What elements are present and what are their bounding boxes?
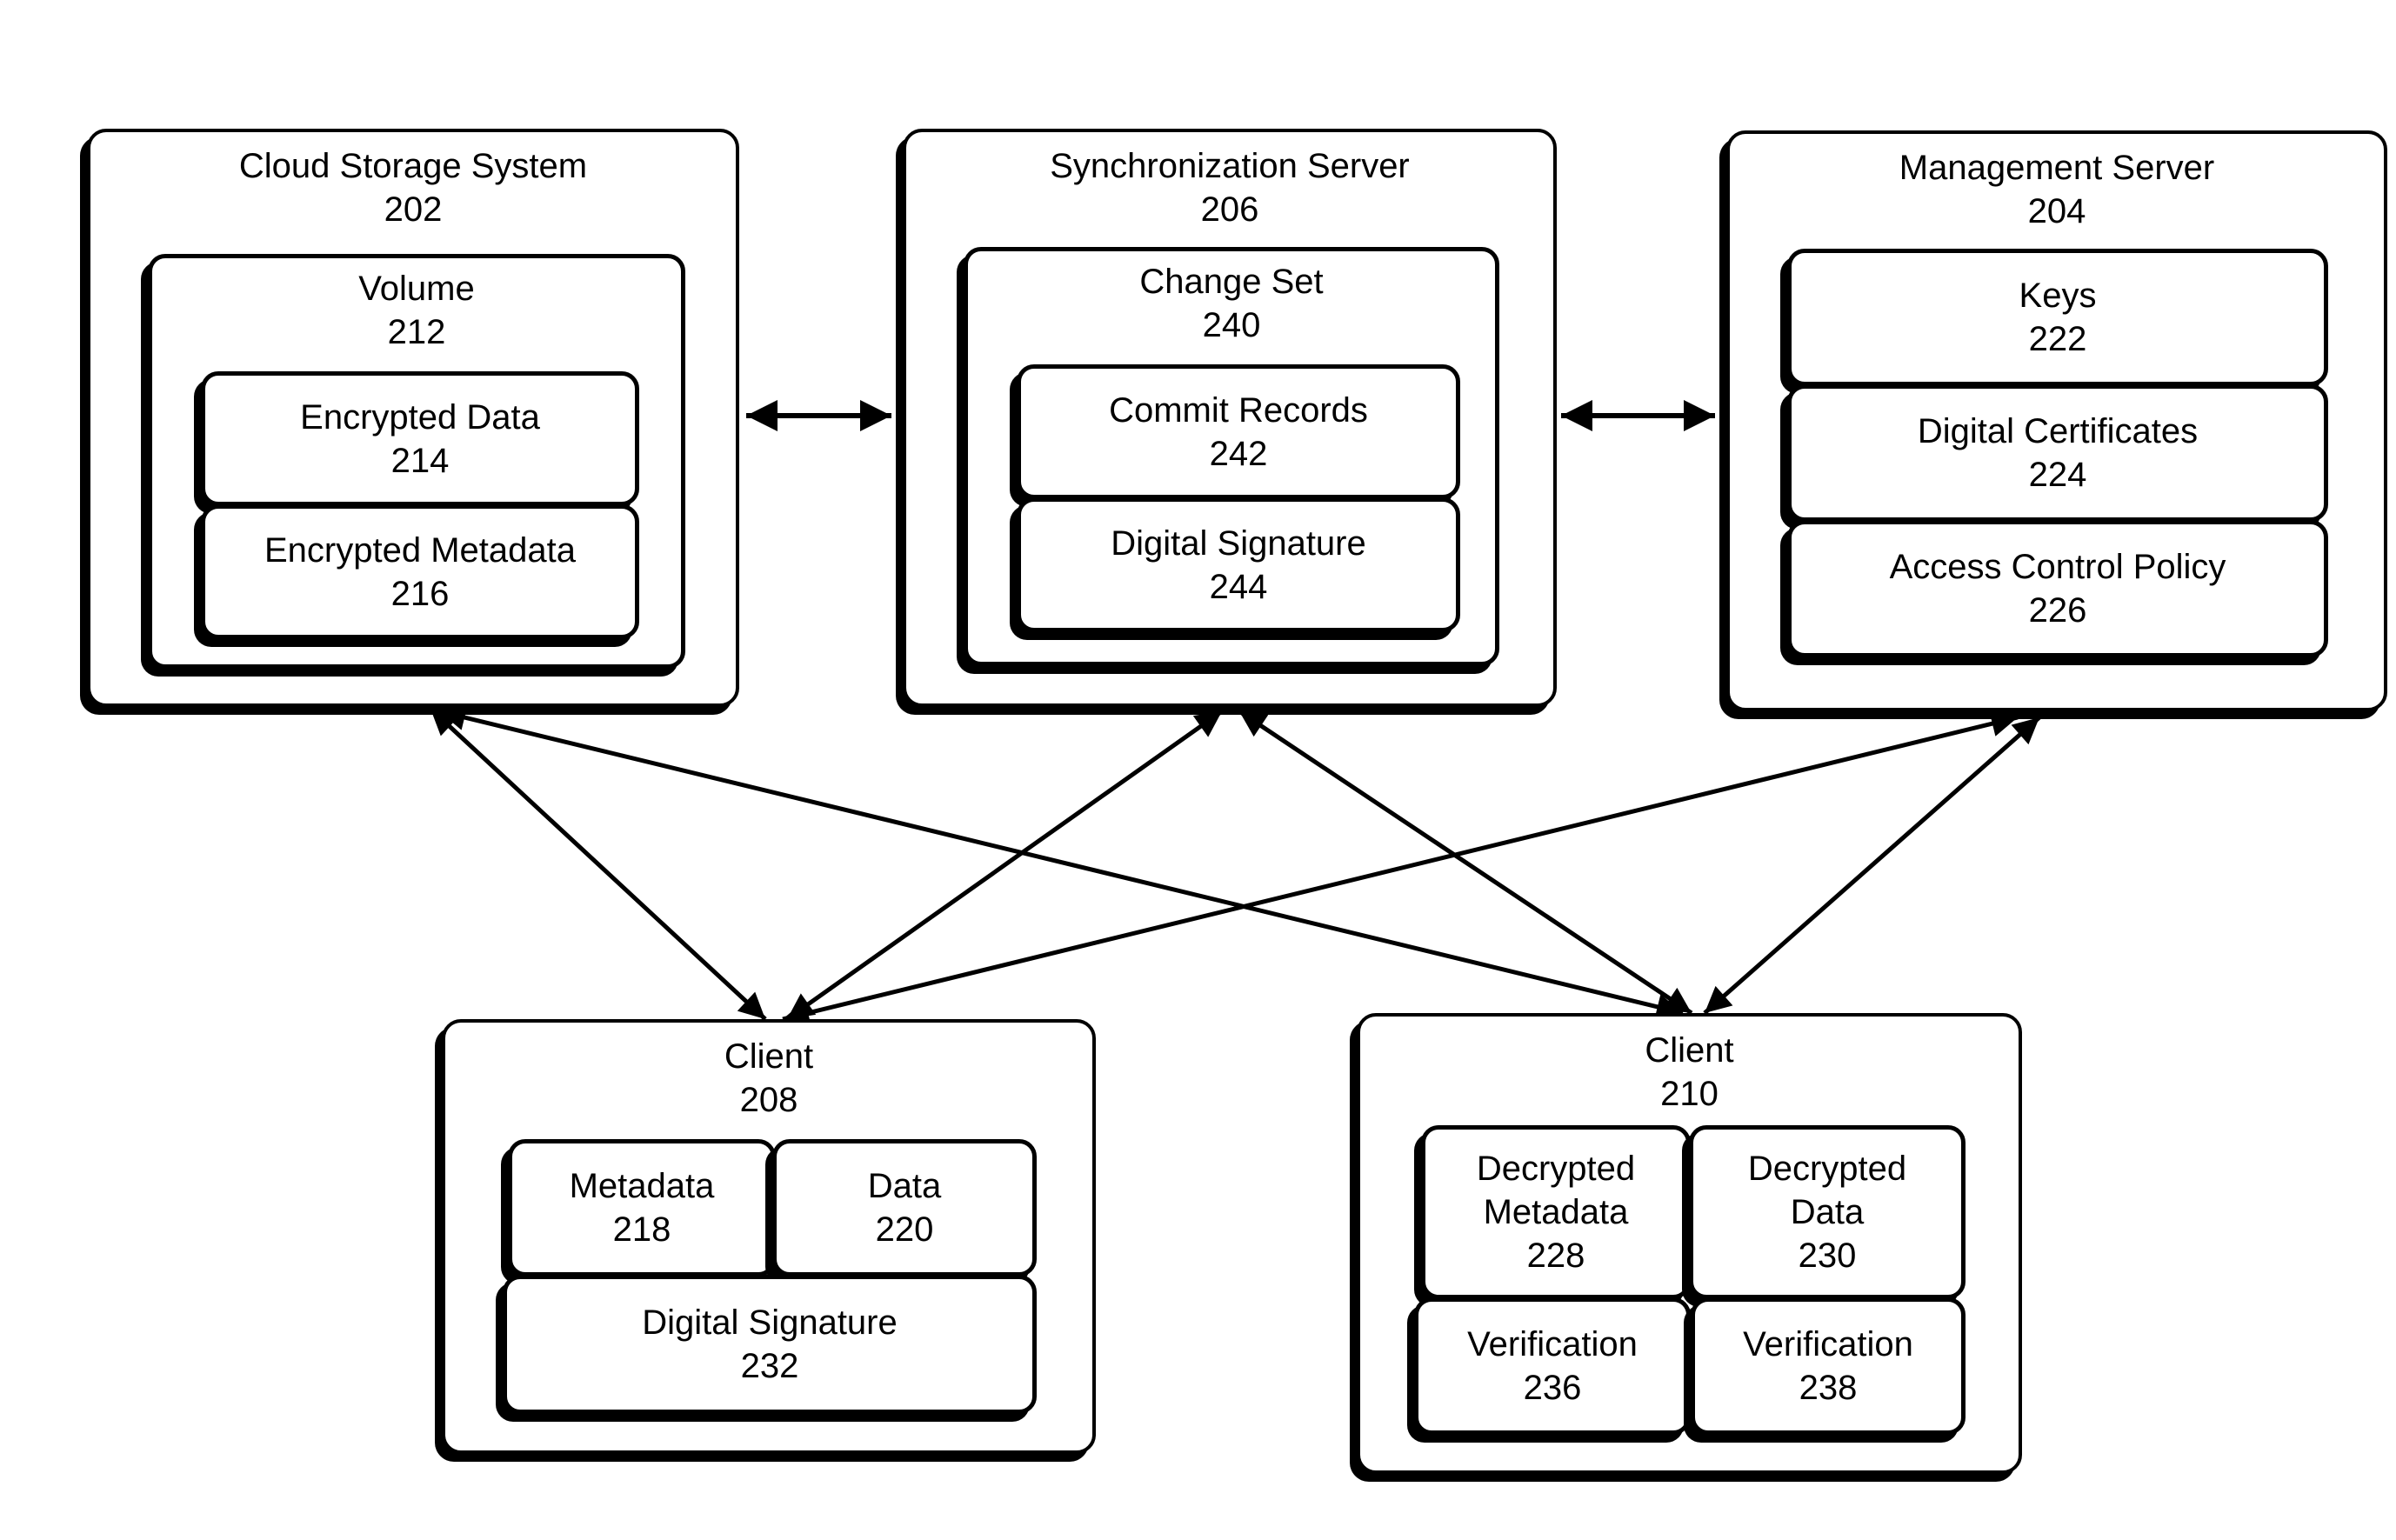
digital-certificates-ref: 224 bbox=[2028, 456, 2087, 494]
digital-signature-244-label: Digital Signature bbox=[1111, 523, 1366, 563]
synchronization-server: Synchronization Server 206 Change Set 24… bbox=[903, 129, 1557, 707]
digital-certificates: Digital Certificates 224 bbox=[1787, 384, 2328, 522]
keys-ref: 222 bbox=[2028, 320, 2087, 358]
arrow-sync-client208 bbox=[785, 709, 1224, 1022]
cloud-storage-system: Cloud Storage System 202 Volume 212 Encr… bbox=[87, 129, 739, 707]
arrow-cloud-client208 bbox=[429, 707, 767, 1021]
digital-signature-232: Digital Signature 232 bbox=[503, 1275, 1037, 1414]
encrypted-metadata: Encrypted Metadata 216 bbox=[201, 504, 639, 639]
digital-signature-244: Digital Signature 244 bbox=[1017, 497, 1460, 632]
verification-238-label: Verification bbox=[1743, 1325, 1913, 1363]
change-set-ref: 240 bbox=[1202, 306, 1261, 344]
metadata-218: Metadata 218 bbox=[508, 1139, 776, 1277]
encrypted-metadata-label: Encrypted Metadata bbox=[264, 530, 576, 570]
volume: Volume 212 Encrypted Data 214 Encrypted … bbox=[148, 254, 685, 669]
decrypted-metadata-line1: Decrypted bbox=[1476, 1150, 1636, 1188]
change-set: Change Set 240 Commit Records 242 Digita… bbox=[964, 247, 1499, 666]
cloud-storage-ref: 202 bbox=[384, 190, 443, 229]
encrypted-data-label: Encrypted Data bbox=[300, 397, 540, 437]
commit-records: Commit Records 242 bbox=[1017, 364, 1460, 499]
access-control-policy-ref: 226 bbox=[2028, 591, 2087, 630]
digital-signature-244-ref: 244 bbox=[1209, 567, 1268, 606]
data-220: Data 220 bbox=[772, 1139, 1037, 1277]
access-control-policy: Access Control Policy 226 bbox=[1787, 520, 2328, 657]
verification-236-label: Verification bbox=[1467, 1325, 1638, 1363]
sync-server-ref: 206 bbox=[1200, 190, 1259, 229]
client-210: Client 210 Decrypted Metadata 228 Decryp… bbox=[1357, 1013, 2022, 1474]
system-diagram: Cloud Storage System 202 Volume 212 Encr… bbox=[0, 0, 2396, 1540]
commit-records-ref: 242 bbox=[1209, 434, 1268, 473]
encrypted-data: Encrypted Data 214 bbox=[201, 371, 639, 506]
data-220-label: Data bbox=[867, 1167, 942, 1205]
decrypted-data-line2: Data bbox=[1790, 1193, 1865, 1231]
decrypted-metadata: Decrypted Metadata 228 bbox=[1421, 1125, 1691, 1299]
client-210-title: Client bbox=[1645, 1031, 1734, 1070]
management-server: Management Server 204 Keys 222 Digital C… bbox=[1726, 130, 2387, 711]
client-208: Client 208 Metadata 218 Data 220 Digital… bbox=[442, 1019, 1096, 1454]
data-220-ref: 220 bbox=[875, 1210, 934, 1249]
arrow-mgmt-client210 bbox=[1703, 716, 2041, 1015]
management-server-ref: 204 bbox=[2027, 192, 2086, 230]
decrypted-data-ref: 230 bbox=[1798, 1237, 1857, 1275]
keys: Keys 222 bbox=[1787, 249, 2328, 386]
decrypted-data: Decrypted Data 230 bbox=[1689, 1125, 1966, 1299]
encrypted-data-ref: 214 bbox=[390, 441, 450, 480]
change-set-title: Change Set bbox=[1139, 263, 1324, 301]
sync-server-title: Synchronization Server bbox=[1050, 147, 1410, 185]
management-server-title: Management Server bbox=[1899, 149, 2215, 187]
arrow-mgmt-client208 bbox=[782, 710, 2019, 1026]
decrypted-metadata-ref: 228 bbox=[1526, 1237, 1585, 1275]
arrow-cloud-client210 bbox=[438, 704, 1684, 1020]
volume-title: Volume bbox=[358, 270, 475, 308]
volume-ref: 212 bbox=[387, 313, 446, 351]
access-control-policy-label: Access Control Policy bbox=[1889, 548, 2226, 586]
verification-236: Verification 236 bbox=[1414, 1297, 1691, 1435]
client-210-ref: 210 bbox=[1660, 1075, 1719, 1113]
digital-certificates-label: Digital Certificates bbox=[1917, 412, 2199, 450]
commit-records-label: Commit Records bbox=[1109, 390, 1368, 430]
metadata-218-ref: 218 bbox=[612, 1210, 671, 1249]
client-208-ref: 208 bbox=[739, 1081, 798, 1119]
cloud-storage-title: Cloud Storage System bbox=[238, 147, 588, 185]
verification-238: Verification 238 bbox=[1691, 1297, 1966, 1435]
decrypted-metadata-line2: Metadata bbox=[1483, 1193, 1629, 1231]
arrow-sync-client210 bbox=[1238, 709, 1693, 1016]
keys-label: Keys bbox=[2019, 277, 2097, 315]
client-208-title: Client bbox=[724, 1037, 814, 1076]
verification-236-ref: 236 bbox=[1523, 1369, 1582, 1407]
decrypted-data-line1: Decrypted bbox=[1747, 1150, 1907, 1188]
encrypted-metadata-ref: 216 bbox=[390, 574, 450, 613]
metadata-218-label: Metadata bbox=[569, 1167, 715, 1205]
digital-signature-232-label: Digital Signature bbox=[642, 1303, 898, 1342]
verification-238-ref: 238 bbox=[1799, 1369, 1858, 1407]
digital-signature-232-ref: 232 bbox=[740, 1347, 799, 1385]
